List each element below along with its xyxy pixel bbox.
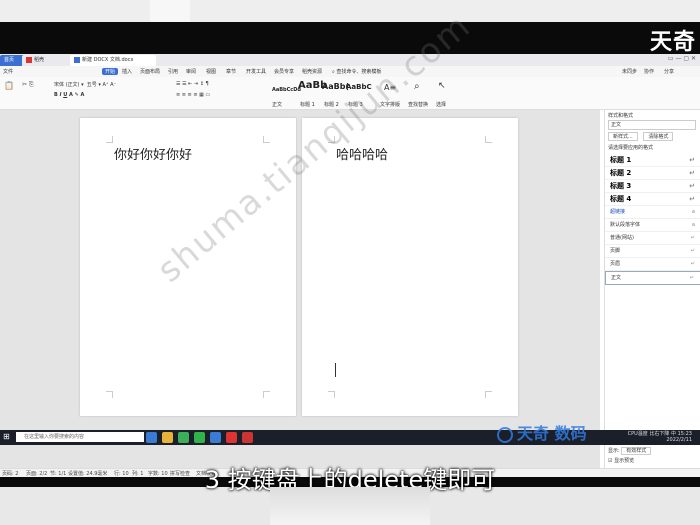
style-item-h2[interactable]: 标题 2 ↵: [605, 167, 700, 180]
style-item-label: 页脚: [610, 248, 621, 254]
menu-daoke[interactable]: 稻壳资源: [302, 68, 322, 75]
align-controls[interactable]: ≡ ≡ ≡ ≡ ▦ ▭: [176, 92, 210, 98]
styles-hint: 请选择要应用的格式: [608, 145, 654, 151]
styles-panel-title: 样式和格式: [608, 113, 634, 119]
tab-bar: 首页 稻壳 新建 DOCX 文档.docx ▭ — ▢ ✕: [0, 54, 700, 66]
browser-icon[interactable]: [178, 432, 189, 443]
return-icon: ↵: [689, 275, 694, 281]
style-item-header[interactable]: 页眉 ↵: [605, 258, 700, 271]
menu-view[interactable]: 视图: [206, 68, 216, 75]
style-item-label: 页眉: [610, 261, 621, 267]
find-replace-label[interactable]: 查找替换: [408, 101, 428, 108]
monitor-stand: [270, 487, 430, 525]
app-icon-2[interactable]: [242, 432, 253, 443]
page-2[interactable]: 哈哈哈哈: [302, 118, 518, 416]
menu-insert[interactable]: 插入: [122, 68, 132, 75]
windows-taskbar: ⊞ 在这里输入你要搜索的内容 CPU温度 比右下降 中 15:23 2022/2…: [0, 430, 700, 445]
a-icon: a: [691, 209, 695, 215]
style-item-label: 普通(网站): [610, 235, 634, 241]
show-label: 显示:: [608, 448, 620, 454]
format-painter-icon[interactable]: ✂ ⎘: [22, 81, 34, 89]
paragraph-controls[interactable]: ☰ ☰ ⇤ ⇥ ↕ ¶: [176, 81, 209, 87]
style-item-label: 标题 4: [610, 195, 632, 203]
tray-date: 2022/2/11: [666, 437, 692, 443]
show-filter[interactable]: 显示: 有效样式: [608, 447, 652, 455]
current-style-field[interactable]: 正文: [608, 120, 696, 130]
tab-document[interactable]: 新建 DOCX 文档.docx: [70, 55, 156, 66]
watermark-logo-text: 天奇 数码: [517, 424, 587, 443]
return-icon: ↵: [690, 261, 695, 267]
window-controls[interactable]: ▭ — ▢ ✕: [668, 55, 696, 62]
clear-format-button[interactable]: 清除格式: [643, 132, 674, 141]
style-list: 标题 1 ↵ 标题 2 ↵ 标题 3 ↵ 标题 4 ↵ 超链接 a 默认段落字体 a 普通(…: [605, 154, 700, 285]
windows-start-icon[interactable]: ⊞: [3, 433, 11, 441]
page-1-text[interactable]: 你好你好你好: [114, 144, 192, 163]
new-style-button[interactable]: 新样式...: [608, 132, 638, 141]
top-bezel: [0, 0, 700, 22]
wechat-icon[interactable]: [194, 432, 205, 443]
menu-collab[interactable]: 协作: [644, 68, 654, 75]
menu-unsynced[interactable]: 未同步: [622, 68, 637, 75]
menu-share[interactable]: 分享: [664, 68, 674, 75]
watermark-ring-icon: [497, 426, 513, 443]
menu-chapter[interactable]: 章节: [226, 68, 236, 75]
select-label[interactable]: 选择: [436, 101, 446, 108]
font-format-buttons[interactable]: B I U A ✎ A: [54, 92, 84, 98]
brand-logo: 天奇: [649, 30, 696, 55]
tab-daoke-label: 稻壳: [34, 57, 45, 63]
style-item-label: 正文: [611, 275, 622, 281]
style-item-footer[interactable]: 页脚 ↵: [605, 245, 700, 258]
return-icon: ↵: [689, 156, 695, 164]
return-icon: ↵: [689, 182, 695, 190]
return-icon: ↵: [690, 248, 695, 254]
menu-start[interactable]: 开始: [102, 68, 119, 75]
style-item-normal-web[interactable]: 普通(网站) ↵: [605, 232, 700, 245]
font-controls[interactable]: 宋体 (正文) ▾ 五号 ▾ A⁺ A⁻: [54, 81, 116, 88]
style-item-hyperlink[interactable]: 超链接 a: [605, 206, 700, 219]
show-value: 有效样式: [621, 447, 652, 455]
system-tray[interactable]: CPU温度 比右下降 中 15:23 2022/2/11: [628, 431, 692, 443]
styles-panel: 样式和格式 正文 新样式... 清除格式 请选择要应用的格式 标题 1 ↵ 标题 …: [604, 110, 700, 468]
watermark-logo: 天奇 数码: [497, 420, 587, 444]
return-icon: ↵: [690, 235, 695, 241]
file-explorer-icon[interactable]: [162, 432, 173, 443]
menu-devtools[interactable]: 开发工具: [246, 68, 266, 75]
style-item-label: 标题 2: [610, 169, 632, 177]
menu-member[interactable]: 会员专享: [274, 68, 294, 75]
style-item-default-font[interactable]: 默认段落字体 a: [605, 219, 700, 232]
tray-cpu: CPU温度: [627, 431, 648, 437]
taskbar-search-input[interactable]: 在这里输入你要搜索的内容: [16, 432, 144, 442]
tab-daoke[interactable]: 稻壳: [22, 55, 70, 66]
daoke-icon: [26, 56, 32, 63]
style-item-h3[interactable]: 标题 3 ↵: [605, 180, 700, 193]
style-item-label: 默认段落字体: [610, 222, 641, 228]
menu-file[interactable]: 文件: [3, 68, 13, 75]
menu-layout[interactable]: 页面布局: [140, 68, 160, 75]
style-item-normal[interactable]: 正文 ↵: [605, 271, 700, 285]
a-icon: a: [691, 222, 695, 228]
menu-reference[interactable]: 引用: [168, 68, 178, 75]
text-cursor: [335, 363, 336, 377]
return-icon: ↵: [689, 169, 695, 177]
style-item-label: 标题 3: [610, 182, 632, 190]
paste-icon[interactable]: 📋: [4, 81, 14, 90]
doc-icon: [74, 56, 80, 63]
select-icon[interactable]: ↖: [438, 81, 446, 91]
app-icon[interactable]: [210, 432, 221, 443]
style-item-label: 超链接: [610, 209, 626, 215]
taskview-icon[interactable]: [146, 432, 157, 443]
return-icon: ↵: [689, 195, 695, 203]
menu-bar: 文件 开始 插入 页面布局 引用 审阅 视图 章节 开发工具 会员专享 稻壳资源…: [0, 66, 700, 77]
style-normal-name: 正文: [272, 102, 283, 108]
style-item-h1[interactable]: 标题 1 ↵: [605, 154, 700, 167]
menu-review[interactable]: 审阅: [186, 68, 196, 75]
style-h1-name: 标题 1: [300, 102, 315, 108]
tab-document-label: 新建 DOCX 文档.docx: [82, 57, 134, 63]
style-item-label: 标题 1: [610, 156, 632, 164]
style-item-h4[interactable]: 标题 4 ↵: [605, 193, 700, 206]
wps-icon[interactable]: [226, 432, 237, 443]
